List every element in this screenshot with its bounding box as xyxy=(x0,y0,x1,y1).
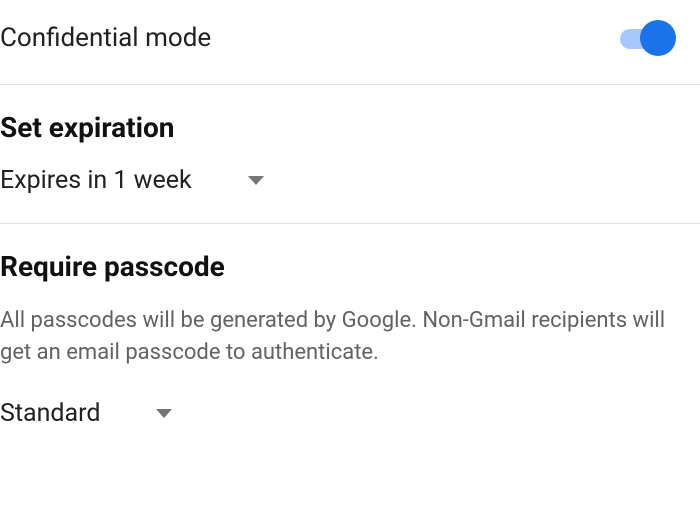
confidential-mode-label: Confidential mode xyxy=(0,23,211,53)
passcode-dropdown[interactable]: Standard xyxy=(0,399,700,428)
expiration-selected: Expires in 1 week xyxy=(0,166,192,195)
expiration-dropdown[interactable]: Expires in 1 week xyxy=(0,166,700,223)
expiration-section: Set expiration Expires in 1 week xyxy=(0,85,700,223)
toggle-thumb xyxy=(640,20,676,56)
chevron-down-icon xyxy=(156,409,172,418)
chevron-down-icon xyxy=(248,176,264,185)
passcode-description: All passcodes will be generated by Googl… xyxy=(0,305,700,399)
passcode-section: Require passcode All passcodes will be g… xyxy=(0,224,700,428)
expiration-title: Set expiration xyxy=(0,85,700,166)
confidential-mode-section: Confidential mode xyxy=(0,0,700,84)
passcode-selected: Standard xyxy=(0,399,100,428)
passcode-title: Require passcode xyxy=(0,224,700,305)
confidential-mode-row: Confidential mode xyxy=(0,0,700,84)
confidential-mode-toggle[interactable] xyxy=(614,20,676,56)
